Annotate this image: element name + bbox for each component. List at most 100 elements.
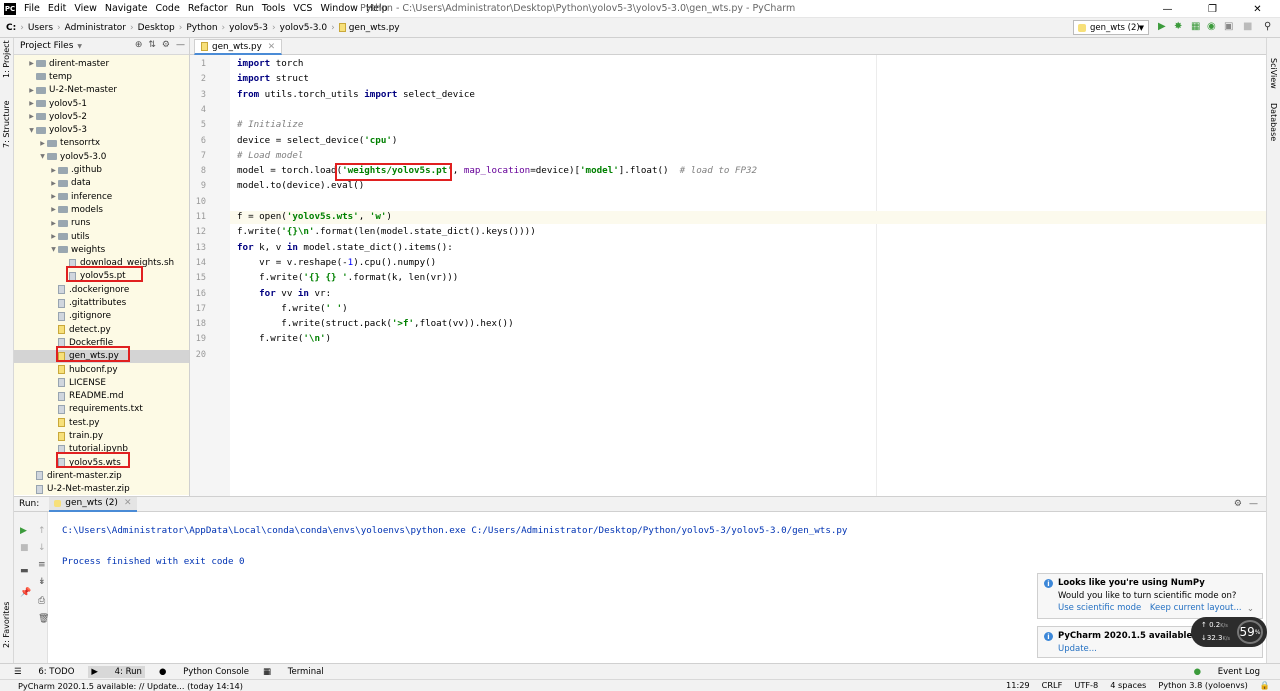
project-tool-tab[interactable]: 1: Project xyxy=(2,40,11,78)
scroll-end-icon[interactable]: ↡ xyxy=(38,577,46,587)
code-line[interactable]: f.write(' ') xyxy=(237,303,347,314)
tree-item[interactable]: ▶ models xyxy=(14,203,189,216)
code-line[interactable]: device = select_device('cpu') xyxy=(237,135,397,146)
menu-code[interactable]: Code xyxy=(155,3,179,14)
trash-icon[interactable]: 🗑 xyxy=(38,614,49,624)
menu-navigate[interactable]: Navigate xyxy=(105,3,148,14)
tree-item[interactable]: .gitignore xyxy=(14,310,189,323)
crumb-yolov5-3[interactable]: yolov5-3 xyxy=(229,23,268,33)
code-line[interactable]: f = open('yolov5s.wts', 'w') xyxy=(237,211,392,222)
code-line[interactable]: model = torch.load('weights/yolov5s.pt',… xyxy=(237,165,757,176)
crumb-drive[interactable]: C: xyxy=(6,23,16,33)
tree-item[interactable]: dirent-master.zip xyxy=(14,469,189,482)
tree-item[interactable]: LICENSE xyxy=(14,376,189,389)
run-tab[interactable]: gen_wts (2) ✕ xyxy=(49,496,137,512)
lock-icon[interactable]: 🔒 xyxy=(1260,680,1270,691)
tree-item[interactable]: ▶ yolov5-2 xyxy=(14,110,189,123)
code-line[interactable]: f.write('{}\n'.format(len(model.state_di… xyxy=(237,226,536,237)
coverage-icon[interactable]: ▦ xyxy=(1191,21,1200,32)
run-icon[interactable]: ▶ xyxy=(1158,21,1166,32)
tree-item[interactable]: test.py xyxy=(14,416,189,429)
line-separator[interactable]: CRLF xyxy=(1042,680,1063,691)
tree-item[interactable]: ▶ inference xyxy=(14,190,189,203)
chevron-down-icon[interactable]: ▼ xyxy=(77,43,82,50)
menu-view[interactable]: View xyxy=(74,3,97,14)
tree-item[interactable]: ▶ .github xyxy=(14,163,189,176)
down-arrow-icon[interactable]: ↓ xyxy=(38,543,46,553)
expand-arrow-icon[interactable]: ▶ xyxy=(49,167,58,174)
status-message[interactable]: PyCharm 2020.1.5 available: // Update...… xyxy=(18,681,243,691)
tree-item[interactable]: ▶ dirent-master xyxy=(14,57,189,70)
expand-arrow-icon[interactable]: ▶ xyxy=(27,60,36,67)
run-tool-tab[interactable]: ▶ 4: Run xyxy=(88,665,145,678)
tree-item[interactable]: ▶ runs xyxy=(14,217,189,230)
code-line[interactable]: for vv in vr: xyxy=(237,288,331,299)
debug-icon[interactable]: ✸ xyxy=(1174,21,1182,32)
up-arrow-icon[interactable]: ↑ xyxy=(38,526,46,536)
close-icon[interactable]: ✕ xyxy=(1235,0,1280,18)
restore-icon[interactable]: ❐ xyxy=(1190,0,1235,18)
crumb-administrator[interactable]: Administrator xyxy=(65,23,126,33)
close-tab-icon[interactable]: ✕ xyxy=(268,42,275,52)
hide-icon[interactable]: — xyxy=(1249,499,1258,509)
python-console-tool-tab[interactable]: ● Python Console xyxy=(159,667,249,677)
expand-arrow-icon[interactable]: ▶ xyxy=(49,206,58,213)
tree-item[interactable]: detect.py xyxy=(14,323,189,336)
code-line[interactable]: vr = v.reshape(-1).cpu().numpy() xyxy=(237,257,436,268)
crumb-gen-wts[interactable]: gen_wts.py xyxy=(349,23,400,33)
stop-icon[interactable]: ■ xyxy=(1243,21,1252,32)
crumb-users[interactable]: Users xyxy=(28,23,53,33)
menu-tools[interactable]: Tools xyxy=(262,3,285,14)
todo-tool-tab[interactable]: ☰ 6: TODO xyxy=(14,667,74,677)
expand-arrow-icon[interactable]: ▶ xyxy=(49,233,58,240)
code-line[interactable]: from utils.torch_utils import select_dev… xyxy=(237,89,475,100)
tree-item[interactable]: requirements.txt xyxy=(14,403,189,416)
code-line[interactable]: f.write(struct.pack('>f',float(vv)).hex(… xyxy=(237,318,513,329)
run-config-select[interactable]: gen_wts (2) ▼ xyxy=(1073,20,1149,35)
menu-vcs[interactable]: VCS xyxy=(293,3,312,14)
expand-arrow-icon[interactable]: ▶ xyxy=(49,193,58,200)
tree-item[interactable]: .gitattributes xyxy=(14,296,189,309)
terminal-tool-tab[interactable]: ▦ Terminal xyxy=(263,667,324,677)
tab-gen-wts[interactable]: gen_wts.py ✕ xyxy=(194,39,283,55)
search-icon[interactable]: ⚲ xyxy=(1264,21,1271,32)
expand-arrow-icon[interactable]: ▼ xyxy=(38,153,47,160)
crumb-desktop[interactable]: Desktop xyxy=(138,23,175,33)
expand-arrow-icon[interactable]: ▶ xyxy=(27,87,36,94)
caret-position[interactable]: 11:29 xyxy=(1006,680,1030,691)
layout-icon[interactable]: ▬ xyxy=(20,566,29,576)
tree-item[interactable]: ▶ U-2-Net-master xyxy=(14,84,189,97)
collapse-all-icon[interactable]: ⇅ xyxy=(148,40,156,50)
tree-item[interactable]: .dockerignore xyxy=(14,283,189,296)
tree-item[interactable]: README.md xyxy=(14,390,189,403)
locate-icon[interactable]: ⊕ xyxy=(135,40,143,50)
file-encoding[interactable]: UTF-8 xyxy=(1074,680,1098,691)
code-editor[interactable]: 1 2 3 4 5 6 7 8 9 10 11 12 13 14 15 16 17 18 19 20 import t… xyxy=(190,55,1266,496)
python-interpreter[interactable]: Python 3.8 (yoloenvs) xyxy=(1158,680,1247,691)
code-line[interactable]: import torch xyxy=(237,58,303,69)
code-line[interactable]: import struct xyxy=(237,73,309,84)
tree-item[interactable]: ▼ yolov5-3.0 xyxy=(14,150,189,163)
code-line[interactable]: for k, v in model.state_dict().items(): xyxy=(237,242,453,253)
tree-item[interactable]: ▼ yolov5-3 xyxy=(14,124,189,137)
menu-refactor[interactable]: Refactor xyxy=(188,3,228,14)
expand-arrow-icon[interactable]: ▶ xyxy=(27,113,36,120)
tree-item[interactable]: U-2-Net-master.zip xyxy=(14,483,189,495)
menu-run[interactable]: Run xyxy=(236,3,254,14)
expand-arrow-icon[interactable]: ▼ xyxy=(27,127,36,134)
minimize-icon[interactable]: — xyxy=(1145,0,1190,18)
code-line[interactable]: f.write('\n') xyxy=(237,333,331,344)
project-view-select[interactable]: Project Files xyxy=(20,41,73,51)
hide-icon[interactable]: — xyxy=(176,40,185,50)
stop-icon[interactable]: ■ xyxy=(20,543,29,553)
event-log-tool-tab[interactable]: ● Event Log xyxy=(1180,667,1260,677)
expand-arrow-icon[interactable]: ▶ xyxy=(49,220,58,227)
crumb-python[interactable]: Python xyxy=(186,23,217,33)
chevron-down-icon[interactable]: ⌄ xyxy=(1247,604,1254,614)
expand-arrow-icon[interactable]: ▼ xyxy=(49,246,58,253)
tree-item[interactable]: train.py xyxy=(14,429,189,442)
code-line[interactable]: # Load model xyxy=(237,150,303,161)
menu-edit[interactable]: Edit xyxy=(48,3,66,14)
tree-item[interactable]: ▶ yolov5-1 xyxy=(14,97,189,110)
tree-item[interactable]: ▶ tensorrtx xyxy=(14,137,189,150)
